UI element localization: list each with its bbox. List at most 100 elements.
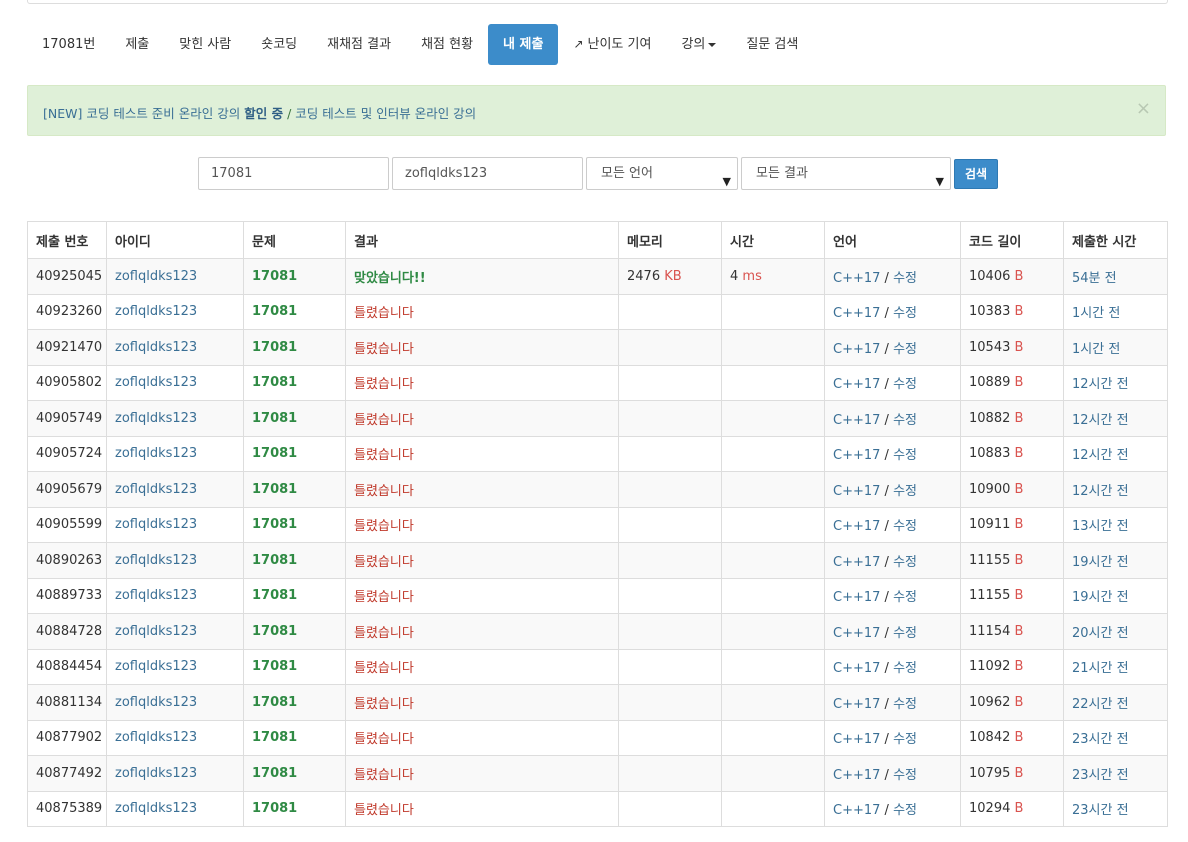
- problem-link[interactable]: 17081: [252, 411, 297, 426]
- user-link[interactable]: zoflqldks123: [115, 659, 197, 674]
- close-icon[interactable]: ×: [1136, 98, 1151, 120]
- language-link[interactable]: C++17: [833, 377, 880, 392]
- language-link[interactable]: C++17: [833, 271, 880, 286]
- problem-link[interactable]: 17081: [252, 766, 297, 781]
- user-link[interactable]: zoflqldks123: [115, 517, 197, 532]
- user-link[interactable]: zoflqldks123: [115, 375, 197, 390]
- problem-link[interactable]: 17081: [252, 624, 297, 639]
- result-select[interactable]: 모든 결과 ▼: [741, 157, 951, 190]
- tab-status[interactable]: 채점 현황: [406, 24, 488, 65]
- problem-link[interactable]: 17081: [252, 588, 297, 603]
- language-link[interactable]: C++17: [833, 590, 880, 605]
- tab-my-submissions[interactable]: 내 제출: [488, 24, 559, 65]
- edit-link[interactable]: 수정: [893, 555, 917, 570]
- language-link[interactable]: C++17: [833, 413, 880, 428]
- language-link[interactable]: C++17: [833, 697, 880, 712]
- user-link[interactable]: zoflqldks123: [115, 340, 197, 355]
- edit-link[interactable]: 수정: [893, 626, 917, 641]
- tab-lectures[interactable]: 강의: [666, 24, 731, 65]
- problem-link[interactable]: 17081: [252, 446, 297, 461]
- submitted-time-link[interactable]: 12시간 전: [1072, 413, 1129, 428]
- submitted-time-link[interactable]: 1시간 전: [1072, 342, 1120, 357]
- submitted-time-link[interactable]: 12시간 전: [1072, 448, 1129, 463]
- edit-link[interactable]: 수정: [893, 377, 917, 392]
- user-link[interactable]: zoflqldks123: [115, 269, 197, 284]
- user-link[interactable]: zoflqldks123: [115, 482, 197, 497]
- edit-link[interactable]: 수정: [893, 732, 917, 747]
- user-id-input[interactable]: zoflqldks123: [392, 157, 583, 190]
- alert-new-tag[interactable]: [NEW]: [43, 106, 82, 121]
- edit-link[interactable]: 수정: [893, 448, 917, 463]
- edit-link[interactable]: 수정: [893, 342, 917, 357]
- problem-id-input[interactable]: 17081: [198, 157, 389, 190]
- edit-link[interactable]: 수정: [893, 484, 917, 499]
- language-select[interactable]: 모든 언어 ▼: [586, 157, 738, 190]
- language-link[interactable]: C++17: [833, 661, 880, 676]
- submitted-time-link[interactable]: 20시간 전: [1072, 626, 1129, 641]
- edit-link[interactable]: 수정: [893, 271, 917, 286]
- problem-link[interactable]: 17081: [252, 517, 297, 532]
- language-link[interactable]: C++17: [833, 732, 880, 747]
- edit-link[interactable]: 수정: [893, 697, 917, 712]
- tab-rejudge[interactable]: 재채점 결과: [312, 24, 406, 65]
- submitted-time-link[interactable]: 23시간 전: [1072, 803, 1129, 818]
- user-link[interactable]: zoflqldks123: [115, 801, 197, 816]
- submitted-time-link[interactable]: 12시간 전: [1072, 484, 1129, 499]
- user-link[interactable]: zoflqldks123: [115, 304, 197, 319]
- user-link[interactable]: zoflqldks123: [115, 446, 197, 461]
- problem-link[interactable]: 17081: [252, 340, 297, 355]
- user-link[interactable]: zoflqldks123: [115, 766, 197, 781]
- submitted-time-link[interactable]: 22시간 전: [1072, 697, 1129, 712]
- problem-link[interactable]: 17081: [252, 269, 297, 284]
- problem-link[interactable]: 17081: [252, 482, 297, 497]
- user-link[interactable]: zoflqldks123: [115, 730, 197, 745]
- submitted-time-link[interactable]: 1시간 전: [1072, 306, 1120, 321]
- submitted-time-link[interactable]: 23시간 전: [1072, 732, 1129, 747]
- submitted-time-link[interactable]: 54분 전: [1072, 271, 1117, 286]
- problem-link[interactable]: 17081: [252, 304, 297, 319]
- user-link[interactable]: zoflqldks123: [115, 695, 197, 710]
- submitted-time-link[interactable]: 13시간 전: [1072, 519, 1129, 534]
- user-link[interactable]: zoflqldks123: [115, 624, 197, 639]
- submitted-time-link[interactable]: 23시간 전: [1072, 768, 1129, 783]
- language-link[interactable]: C++17: [833, 626, 880, 641]
- tab-shortcoding[interactable]: 숏코딩: [246, 24, 312, 65]
- submitted-time-link[interactable]: 19시간 전: [1072, 590, 1129, 605]
- language-link[interactable]: C++17: [833, 555, 880, 570]
- edit-link[interactable]: 수정: [893, 803, 917, 818]
- language-link[interactable]: C++17: [833, 519, 880, 534]
- problem-link[interactable]: 17081: [252, 553, 297, 568]
- edit-link[interactable]: 수정: [893, 590, 917, 605]
- language-link[interactable]: C++17: [833, 768, 880, 783]
- problem-link[interactable]: 17081: [252, 801, 297, 816]
- user-link[interactable]: zoflqldks123: [115, 553, 197, 568]
- tab-solvers[interactable]: 맞힌 사람: [164, 24, 246, 65]
- edit-link[interactable]: 수정: [893, 768, 917, 783]
- tab-difficulty[interactable]: ↗ 난이도 기여: [558, 24, 666, 65]
- problem-link[interactable]: 17081: [252, 375, 297, 390]
- language-link[interactable]: C++17: [833, 306, 880, 321]
- problem-link[interactable]: 17081: [252, 730, 297, 745]
- language-link[interactable]: C++17: [833, 342, 880, 357]
- language-link[interactable]: C++17: [833, 803, 880, 818]
- submitted-time-link[interactable]: 21시간 전: [1072, 661, 1129, 676]
- language-link[interactable]: C++17: [833, 448, 880, 463]
- tab-submit[interactable]: 제출: [110, 24, 164, 65]
- tab-problem[interactable]: 17081번: [27, 24, 110, 65]
- problem-link[interactable]: 17081: [252, 659, 297, 674]
- edit-link[interactable]: 수정: [893, 413, 917, 428]
- search-button[interactable]: 검색: [954, 159, 998, 189]
- alert-highlight[interactable]: 할인 중: [244, 106, 283, 121]
- language-link[interactable]: C++17: [833, 484, 880, 499]
- submitted-time-link[interactable]: 12시간 전: [1072, 377, 1129, 392]
- user-link[interactable]: zoflqldks123: [115, 411, 197, 426]
- edit-link[interactable]: 수정: [893, 661, 917, 676]
- alert-link-course[interactable]: 코딩 테스트 준비 온라인 강의: [86, 106, 240, 121]
- user-link[interactable]: zoflqldks123: [115, 588, 197, 603]
- tab-question-search[interactable]: 질문 검색: [731, 24, 813, 65]
- alert-link-interview[interactable]: 코딩 테스트 및 인터뷰 온라인 강의: [295, 106, 476, 121]
- problem-link[interactable]: 17081: [252, 695, 297, 710]
- submitted-time-link[interactable]: 19시간 전: [1072, 555, 1129, 570]
- edit-link[interactable]: 수정: [893, 519, 917, 534]
- edit-link[interactable]: 수정: [893, 306, 917, 321]
